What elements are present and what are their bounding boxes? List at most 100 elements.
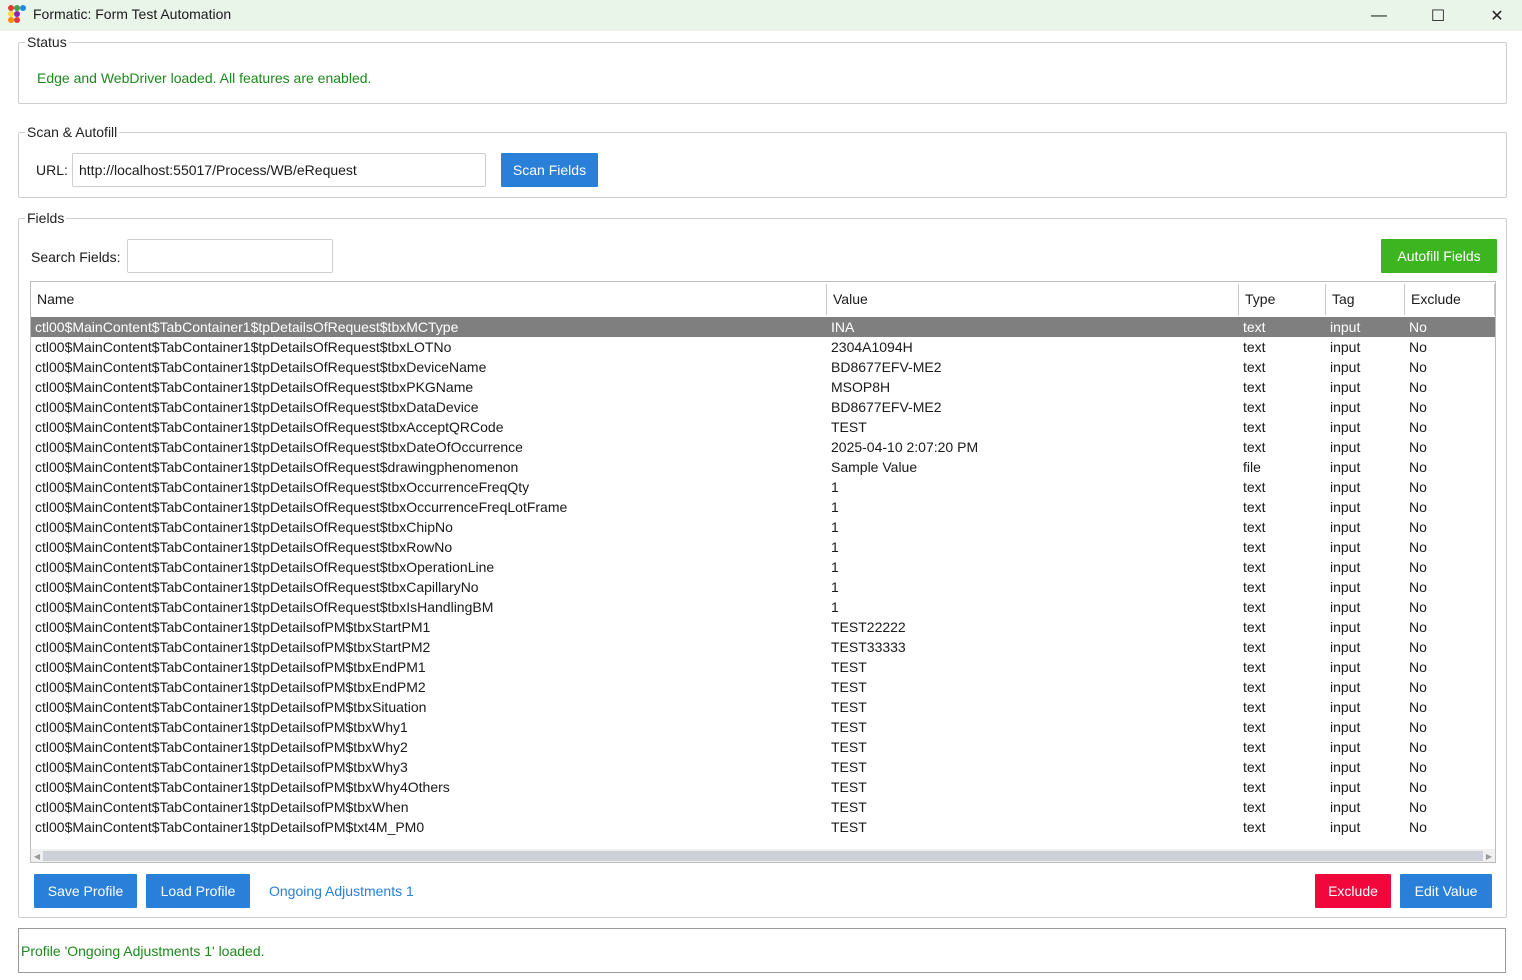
cell-tag: input: [1330, 439, 1361, 455]
column-header-name[interactable]: Name: [31, 284, 827, 315]
cell-value: 2304A1094H: [831, 339, 913, 355]
cell-name: ctl00$MainContent$TabContainer1$tpDetail…: [35, 579, 479, 595]
exclude-button[interactable]: Exclude: [1315, 874, 1391, 908]
current-profile-link[interactable]: Ongoing Adjustments 1: [269, 883, 414, 899]
table-row[interactable]: ctl00$MainContent$TabContainer1$tpDetail…: [31, 657, 1495, 677]
cell-tag: input: [1330, 819, 1361, 835]
table-row[interactable]: ctl00$MainContent$TabContainer1$tpDetail…: [31, 397, 1495, 417]
close-icon[interactable]: ✕: [1468, 0, 1522, 31]
cell-tag: input: [1330, 739, 1361, 755]
column-header-exclude[interactable]: Exclude: [1405, 284, 1495, 315]
cell-value: TEST: [831, 719, 867, 735]
table-row[interactable]: ctl00$MainContent$TabContainer1$tpDetail…: [31, 757, 1495, 777]
cell-value: TEST: [831, 419, 867, 435]
edit-value-button[interactable]: Edit Value: [1400, 874, 1492, 908]
cell-tag: input: [1330, 499, 1361, 515]
table-row[interactable]: ctl00$MainContent$TabContainer1$tpDetail…: [31, 377, 1495, 397]
cell-name: ctl00$MainContent$TabContainer1$tpDetail…: [35, 639, 431, 655]
cell-value: 1: [831, 479, 839, 495]
cell-type: text: [1243, 779, 1266, 795]
fields-legend: Fields: [25, 210, 67, 226]
cell-value: TEST33333: [831, 639, 906, 655]
cell-tag: input: [1330, 799, 1361, 815]
cell-name: ctl00$MainContent$TabContainer1$tpDetail…: [35, 819, 425, 835]
cell-value: Sample Value: [831, 459, 918, 475]
table-row[interactable]: ctl00$MainContent$TabContainer1$tpDetail…: [31, 677, 1495, 697]
cell-name: ctl00$MainContent$TabContainer1$tpDetail…: [35, 439, 523, 455]
scrollbar-thumb[interactable]: [43, 851, 1483, 861]
load-profile-button[interactable]: Load Profile: [146, 874, 250, 908]
table-row[interactable]: ctl00$MainContent$TabContainer1$tpDetail…: [31, 617, 1495, 637]
cell-type: text: [1243, 499, 1266, 515]
table-row[interactable]: ctl00$MainContent$TabContainer1$tpDetail…: [31, 337, 1495, 357]
cell-type: text: [1243, 719, 1266, 735]
cell-exclude: No: [1409, 499, 1427, 515]
cell-name: ctl00$MainContent$TabContainer1$tpDetail…: [35, 559, 495, 575]
minimize-icon[interactable]: —: [1350, 0, 1408, 31]
url-input[interactable]: [72, 153, 486, 187]
column-header-value[interactable]: Value: [827, 284, 1239, 315]
save-profile-button[interactable]: Save Profile: [34, 874, 137, 908]
table-row[interactable]: ctl00$MainContent$TabContainer1$tpDetail…: [31, 697, 1495, 717]
cell-exclude: No: [1409, 659, 1427, 675]
horizontal-scrollbar[interactable]: ◀ ▶: [31, 849, 1495, 862]
table-row[interactable]: ctl00$MainContent$TabContainer1$tpDetail…: [31, 457, 1495, 477]
cell-type: text: [1243, 579, 1266, 595]
table-row[interactable]: ctl00$MainContent$TabContainer1$tpDetail…: [31, 797, 1495, 817]
cell-exclude: No: [1409, 799, 1427, 815]
cell-value: TEST: [831, 819, 867, 835]
table-row[interactable]: ctl00$MainContent$TabContainer1$tpDetail…: [31, 817, 1495, 837]
cell-exclude: No: [1409, 579, 1427, 595]
cell-tag: input: [1330, 719, 1361, 735]
scroll-left-icon[interactable]: ◀: [31, 849, 43, 862]
cell-exclude: No: [1409, 379, 1427, 395]
column-header-type[interactable]: Type: [1239, 284, 1326, 315]
table-row[interactable]: ctl00$MainContent$TabContainer1$tpDetail…: [31, 477, 1495, 497]
table-row[interactable]: ctl00$MainContent$TabContainer1$tpDetail…: [31, 417, 1495, 437]
cell-value: TEST: [831, 699, 867, 715]
table-row[interactable]: ctl00$MainContent$TabContainer1$tpDetail…: [31, 537, 1495, 557]
table-row[interactable]: ctl00$MainContent$TabContainer1$tpDetail…: [31, 317, 1495, 337]
cell-tag: input: [1330, 419, 1361, 435]
cell-type: text: [1243, 699, 1266, 715]
fields-table[interactable]: Name Value Type Tag Exclude ctl00$MainCo…: [30, 281, 1496, 863]
cell-name: ctl00$MainContent$TabContainer1$tpDetail…: [35, 719, 408, 735]
cell-exclude: No: [1409, 459, 1427, 475]
cell-value: INA: [831, 319, 855, 335]
cell-exclude: No: [1409, 699, 1427, 715]
status-legend: Status: [25, 34, 69, 50]
table-row[interactable]: ctl00$MainContent$TabContainer1$tpDetail…: [31, 717, 1495, 737]
cell-name: ctl00$MainContent$TabContainer1$tpDetail…: [35, 699, 427, 715]
cell-name: ctl00$MainContent$TabContainer1$tpDetail…: [35, 419, 504, 435]
maximize-icon[interactable]: ☐: [1409, 0, 1467, 31]
url-label: URL:: [36, 162, 68, 178]
table-row[interactable]: ctl00$MainContent$TabContainer1$tpDetail…: [31, 557, 1495, 577]
cell-name: ctl00$MainContent$TabContainer1$tpDetail…: [35, 619, 431, 635]
cell-exclude: No: [1409, 419, 1427, 435]
scan-fields-button[interactable]: Scan Fields: [501, 153, 598, 187]
cell-exclude: No: [1409, 479, 1427, 495]
table-row[interactable]: ctl00$MainContent$TabContainer1$tpDetail…: [31, 357, 1495, 377]
cell-exclude: No: [1409, 319, 1427, 335]
autofill-fields-button[interactable]: Autofill Fields: [1381, 239, 1497, 273]
table-row[interactable]: ctl00$MainContent$TabContainer1$tpDetail…: [31, 637, 1495, 657]
status-message: Edge and WebDriver loaded. All features …: [37, 70, 372, 86]
search-fields-input[interactable]: [127, 239, 333, 273]
scan-group: Scan & Autofill URL: Scan Fields: [18, 124, 1507, 198]
cell-exclude: No: [1409, 439, 1427, 455]
table-row[interactable]: ctl00$MainContent$TabContainer1$tpDetail…: [31, 577, 1495, 597]
table-row[interactable]: ctl00$MainContent$TabContainer1$tpDetail…: [31, 777, 1495, 797]
cell-exclude: No: [1409, 559, 1427, 575]
cell-name: ctl00$MainContent$TabContainer1$tpDetail…: [35, 339, 452, 355]
table-row[interactable]: ctl00$MainContent$TabContainer1$tpDetail…: [31, 737, 1495, 757]
scroll-right-icon[interactable]: ▶: [1483, 849, 1495, 862]
table-row[interactable]: ctl00$MainContent$TabContainer1$tpDetail…: [31, 497, 1495, 517]
cell-value: TEST: [831, 799, 867, 815]
table-row[interactable]: ctl00$MainContent$TabContainer1$tpDetail…: [31, 517, 1495, 537]
cell-tag: input: [1330, 379, 1361, 395]
cell-type: text: [1243, 679, 1266, 695]
cell-tag: input: [1330, 659, 1361, 675]
column-header-tag[interactable]: Tag: [1326, 284, 1405, 315]
table-row[interactable]: ctl00$MainContent$TabContainer1$tpDetail…: [31, 597, 1495, 617]
table-row[interactable]: ctl00$MainContent$TabContainer1$tpDetail…: [31, 437, 1495, 457]
